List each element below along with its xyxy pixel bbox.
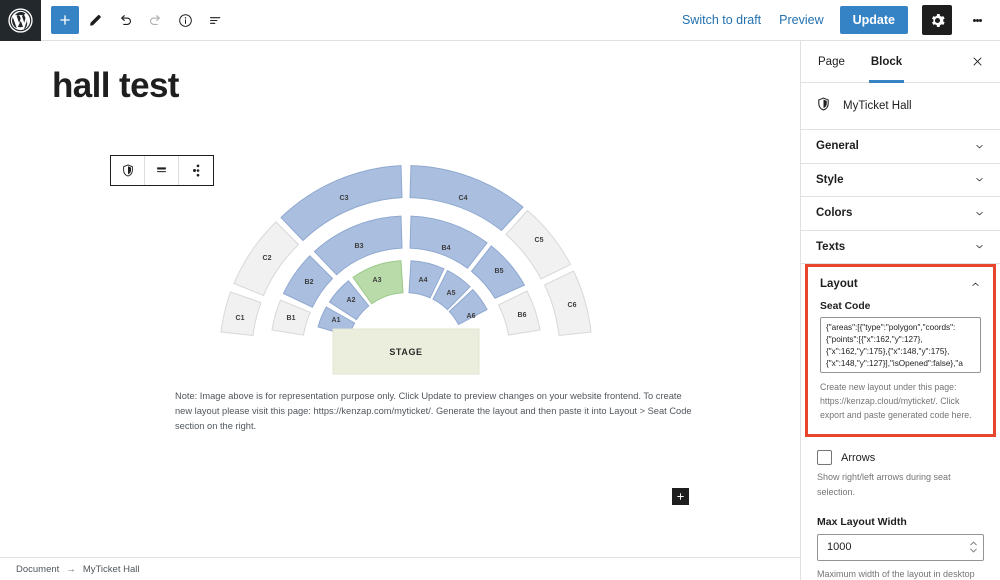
max-layout-width-field: Max Layout Width 1000 Maximum width of t… xyxy=(801,516,1000,580)
seat-label-A5: A5 xyxy=(447,290,456,297)
seat-label-B3: B3 xyxy=(355,243,364,250)
seat-label-B1: B1 xyxy=(287,315,296,322)
seat-label-C6: C6 xyxy=(568,302,577,309)
page-title[interactable]: hall test xyxy=(52,66,760,106)
seat-section-B4[interactable] xyxy=(409,215,488,269)
seat-label-C5: C5 xyxy=(535,237,544,244)
dot xyxy=(978,18,982,22)
accordion-style-label: Style xyxy=(816,173,844,186)
tab-page[interactable]: Page xyxy=(805,41,858,83)
stage-label: STAGE xyxy=(389,347,422,357)
layout-panel-body: Seat Code Create new layout under this p… xyxy=(808,301,993,434)
close-icon[interactable] xyxy=(962,47,992,77)
accordion-texts[interactable]: Texts xyxy=(801,230,1000,264)
seat-label-B6: B6 xyxy=(518,312,527,319)
gear-icon[interactable] xyxy=(922,5,952,35)
accordion-general[interactable]: General xyxy=(801,130,1000,164)
seat-label-C1: C1 xyxy=(236,315,245,322)
seat-code-textarea[interactable] xyxy=(820,317,981,373)
arrows-label: Arrows xyxy=(841,451,876,464)
breadcrumb-arrow-icon: → xyxy=(66,563,76,575)
chevron-down-icon xyxy=(976,245,983,249)
top-toolbar: Switch to draft Preview Update xyxy=(0,0,1000,41)
max-layout-width-label: Max Layout Width xyxy=(817,515,907,528)
accordion-colors[interactable]: Colors xyxy=(801,197,1000,231)
max-layout-width-help: Maximum width of the layout in desktop m… xyxy=(817,568,975,579)
seat-label-C4: C4 xyxy=(459,195,468,202)
spinner-up-icon[interactable] xyxy=(970,541,977,546)
editor-canvas: hall test A1 A2 A3 A4 A5 A6 B1 B2 B3 B4 … xyxy=(0,41,801,580)
myticket-shield-icon xyxy=(816,96,831,117)
undo-icon[interactable] xyxy=(111,6,139,34)
seat-label-A6: A6 xyxy=(467,313,476,320)
seat-label-B5: B5 xyxy=(495,268,504,275)
myticket-shield-icon[interactable] xyxy=(111,156,145,185)
selected-block-name: MyTicket Hall xyxy=(843,100,912,112)
preview-button[interactable]: Preview xyxy=(777,11,825,29)
arrows-checkbox[interactable] xyxy=(817,450,832,466)
seat-label-B2: B2 xyxy=(305,279,314,286)
breadcrumb-block[interactable]: MyTicket Hall xyxy=(83,564,140,575)
more-options-icon[interactable] xyxy=(179,156,213,185)
ellipsis-icon[interactable] xyxy=(966,6,988,34)
block-toolbar xyxy=(110,155,214,186)
layout-panel-highlighted: Layout Seat Code Create new layout under… xyxy=(805,264,996,438)
spinner-down-icon[interactable] xyxy=(970,548,977,554)
add-block-icon[interactable] xyxy=(51,6,79,34)
seat-code-help: Create new layout under this page: https… xyxy=(820,382,972,421)
info-icon[interactable] xyxy=(171,6,199,34)
wordpress-logo-icon[interactable] xyxy=(0,0,41,41)
chevron-up-icon xyxy=(972,282,979,286)
breadcrumb-document[interactable]: Document xyxy=(16,564,59,575)
accordion-layout-label: Layout xyxy=(820,278,858,290)
tab-block[interactable]: Block xyxy=(858,41,915,83)
breadcrumb: Document → MyTicket Hall xyxy=(0,557,800,580)
top-actions: Switch to draft Preview Update xyxy=(680,5,1000,35)
seat-label-C2: C2 xyxy=(263,255,272,262)
accordion-style[interactable]: Style xyxy=(801,163,1000,197)
accordion-layout[interactable]: Layout xyxy=(808,267,993,301)
seat-label-C3: C3 xyxy=(340,195,349,202)
update-button[interactable]: Update xyxy=(839,6,908,34)
settings-sidebar: Page Block MyTicket Hall General Style C… xyxy=(801,41,1000,580)
chevron-down-icon xyxy=(976,178,983,182)
max-layout-width-value: 1000 xyxy=(827,541,852,554)
switch-to-draft-button[interactable]: Switch to draft xyxy=(680,11,763,29)
seat-label-A3: A3 xyxy=(373,277,382,284)
seat-section-C1[interactable] xyxy=(220,290,262,336)
sidebar-tabs: Page Block xyxy=(801,41,1000,83)
accordion-colors-label: Colors xyxy=(816,207,853,220)
number-spinner[interactable] xyxy=(970,541,977,554)
accordion-texts-label: Texts xyxy=(816,240,846,253)
representation-note: Note: Image above is for representation … xyxy=(175,390,692,432)
chevron-down-icon xyxy=(976,211,983,216)
seat-section-C5[interactable] xyxy=(505,209,572,280)
seat-map-svg: A1 A2 A3 A4 A5 A6 B1 B2 B3 B4 B5 B6 C1 C… xyxy=(220,164,592,374)
seat-label-A2: A2 xyxy=(347,297,356,304)
selected-block-row: MyTicket Hall xyxy=(801,83,1000,130)
align-icon[interactable] xyxy=(145,156,179,185)
edit-pencil-icon[interactable] xyxy=(81,6,109,34)
seat-label-A1: A1 xyxy=(332,317,341,324)
seat-label-A4: A4 xyxy=(419,277,428,284)
arrows-help: Show right/left arrows during seat selec… xyxy=(817,472,951,497)
accordion-general-label: General xyxy=(816,140,859,153)
chevron-down-icon xyxy=(976,144,983,149)
arrows-field: Arrows xyxy=(801,450,1000,466)
seat-label-B4: B4 xyxy=(442,245,451,252)
editor-tools xyxy=(41,6,229,34)
list-view-icon[interactable] xyxy=(201,6,229,34)
max-layout-width-input[interactable]: 1000 xyxy=(817,533,984,561)
editor-shell: hall test A1 A2 A3 A4 A5 A6 B1 B2 B3 B4 … xyxy=(0,41,1000,580)
add-block-inserter-icon[interactable] xyxy=(672,488,689,505)
redo-icon[interactable] xyxy=(141,6,169,34)
seat-code-label: Seat Code xyxy=(820,301,871,312)
